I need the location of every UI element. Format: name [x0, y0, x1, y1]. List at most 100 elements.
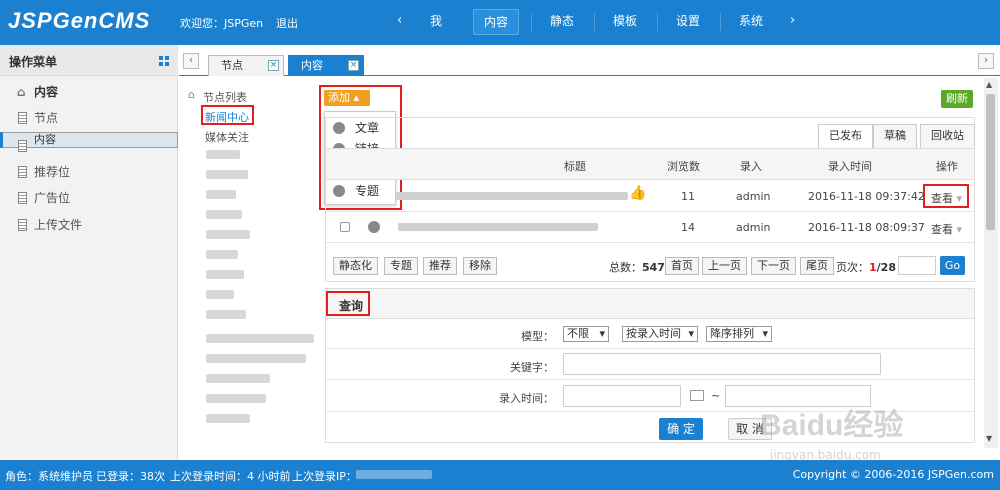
tree-item-blurred[interactable]: [206, 150, 240, 159]
nav-divider: [531, 13, 532, 31]
view-button[interactable]: 查看 ▾: [931, 190, 962, 206]
tree-title: 节点列表: [203, 91, 247, 104]
total-value: 547: [642, 261, 665, 274]
sidebar-item-label: 广告位: [34, 191, 71, 205]
sidebar-item-node[interactable]: 节点: [0, 105, 178, 131]
total-count: 总数：547: [609, 259, 665, 275]
add-button[interactable]: 添加 ▴: [324, 90, 370, 106]
tab-content[interactable]: 内容 ×: [288, 55, 364, 76]
keyword-input[interactable]: [563, 353, 881, 375]
confirm-button[interactable]: 确 定: [659, 418, 703, 440]
caret-down-icon: ▾: [762, 327, 768, 340]
page-input[interactable]: [898, 256, 936, 275]
logout-link[interactable]: 退出: [276, 15, 298, 31]
sidebar-item-ads[interactable]: 广告位: [0, 185, 178, 211]
tree-item-blurred[interactable]: [206, 210, 242, 219]
tree-item-blurred[interactable]: [206, 414, 250, 423]
view-button[interactable]: 查看 ▾: [931, 221, 962, 237]
sidebar-item-label: 节点: [34, 111, 59, 125]
tab-recycle-bin[interactable]: 回收站: [920, 124, 975, 148]
close-icon[interactable]: ×: [268, 60, 279, 71]
model-label: 模型：: [521, 330, 554, 343]
sort-field-select[interactable]: 按录入时间 ▾: [622, 326, 698, 342]
column-author: 录入: [740, 160, 762, 173]
nav-template[interactable]: 模板: [613, 12, 637, 29]
nav-me[interactable]: 我: [430, 12, 442, 29]
recommend-button[interactable]: 推荐: [423, 257, 457, 275]
tree-item-blurred[interactable]: [206, 394, 266, 403]
tree-item-blurred[interactable]: [206, 230, 250, 239]
watermark-brand: Baidu经验: [760, 409, 904, 442]
tab-node[interactable]: 节点 ×: [208, 55, 284, 76]
table-header: 标题 浏览数 录入 录入时间 操作: [326, 148, 974, 180]
nav-system[interactable]: 系统: [739, 12, 763, 29]
cell-time: 2016-11-18 09:37:42: [808, 190, 925, 203]
tree-item-blurred[interactable]: [206, 290, 234, 299]
scrollbar-thumb[interactable]: [986, 94, 995, 230]
next-page-button[interactable]: 下一页: [751, 257, 796, 275]
page-label: 页次：: [836, 261, 869, 274]
scroll-up-icon[interactable]: ▲: [986, 80, 992, 89]
nav-content[interactable]: 内容: [473, 9, 520, 35]
sidebar-item-label: 内容: [34, 85, 59, 99]
nav-static[interactable]: 静态: [550, 12, 574, 29]
sort-order-select[interactable]: 降序排列 ▾: [706, 326, 772, 342]
current-page: 1: [869, 261, 877, 274]
tree-item-blurred[interactable]: [206, 334, 314, 343]
close-icon[interactable]: ×: [348, 60, 359, 71]
nav-next-arrow-icon[interactable]: ›: [790, 13, 795, 28]
tab-next-icon[interactable]: ›: [978, 53, 994, 69]
total-label: 总数：: [609, 261, 642, 274]
last-login-time: 上次登录时间：4 小时前: [170, 470, 291, 483]
tab-drafts[interactable]: 草稿: [873, 124, 917, 148]
nav-settings[interactable]: 设置: [676, 12, 700, 29]
cell-views: 11: [681, 190, 695, 203]
tree-item-blurred[interactable]: [206, 250, 238, 259]
tree-item-blurred[interactable]: [206, 374, 270, 383]
first-page-button[interactable]: 首页: [665, 257, 699, 275]
sidebar-item-recommend[interactable]: 推荐位: [0, 159, 178, 185]
sidebar-item-content-group[interactable]: ⌂ 内容: [0, 79, 178, 105]
scroll-down-icon[interactable]: ▼: [986, 434, 992, 443]
cell-author: admin: [736, 190, 771, 203]
sidebar-item-content[interactable]: 内容: [0, 132, 178, 152]
refresh-button[interactable]: 刷新: [941, 90, 973, 108]
add-label: 添加: [328, 91, 350, 104]
view-label: 查看: [931, 223, 953, 236]
prev-page-button[interactable]: 上一页: [702, 257, 747, 275]
go-button[interactable]: Go: [940, 256, 965, 275]
nav-divider: [594, 13, 595, 31]
table-row[interactable]: 👍 11 admin 2016-11-18 09:37:42 查看 ▾: [326, 181, 974, 212]
sidebar-item-upload[interactable]: 上传文件: [0, 212, 178, 238]
tree-item-media[interactable]: 媒体关注: [205, 129, 249, 145]
tab-published[interactable]: 已发布: [818, 124, 873, 148]
tree-item-blurred[interactable]: [206, 310, 246, 319]
tree-item-blurred[interactable]: [206, 190, 236, 199]
nav-prev-arrow-icon[interactable]: ‹: [397, 13, 402, 28]
nav-divider: [657, 13, 658, 31]
document-icon: [18, 166, 27, 178]
date-separator: ~: [711, 389, 721, 402]
tree-item-blurred[interactable]: [206, 270, 244, 279]
column-views: 浏览数: [667, 160, 700, 173]
title-blurred[interactable]: [398, 223, 598, 231]
row-checkbox[interactable]: [340, 222, 350, 232]
table-row[interactable]: 14 admin 2016-11-18 08:09:37 查看 ▾: [326, 212, 974, 243]
topic-button[interactable]: 专题: [384, 257, 418, 275]
grid-icon[interactable]: [159, 56, 169, 66]
start-date-input[interactable]: [563, 385, 681, 407]
tree-item-blurred[interactable]: [206, 170, 248, 179]
document-icon: [18, 192, 27, 204]
column-action: 操作: [936, 160, 958, 173]
remove-button[interactable]: 移除: [463, 257, 497, 275]
title-blurred[interactable]: [396, 192, 628, 200]
static-button[interactable]: 静态化: [333, 257, 378, 275]
tree-item-blurred[interactable]: [206, 354, 306, 363]
model-select[interactable]: 不限 ▾: [563, 326, 609, 342]
calendar-icon[interactable]: [690, 390, 704, 401]
sidebar-title: 操作菜单: [9, 55, 58, 69]
last-page-button[interactable]: 尾页: [800, 257, 834, 275]
tree-item-news[interactable]: 新闻中心: [205, 109, 249, 125]
model-value: 不限: [567, 327, 589, 340]
tab-prev-icon[interactable]: ‹: [183, 53, 199, 69]
